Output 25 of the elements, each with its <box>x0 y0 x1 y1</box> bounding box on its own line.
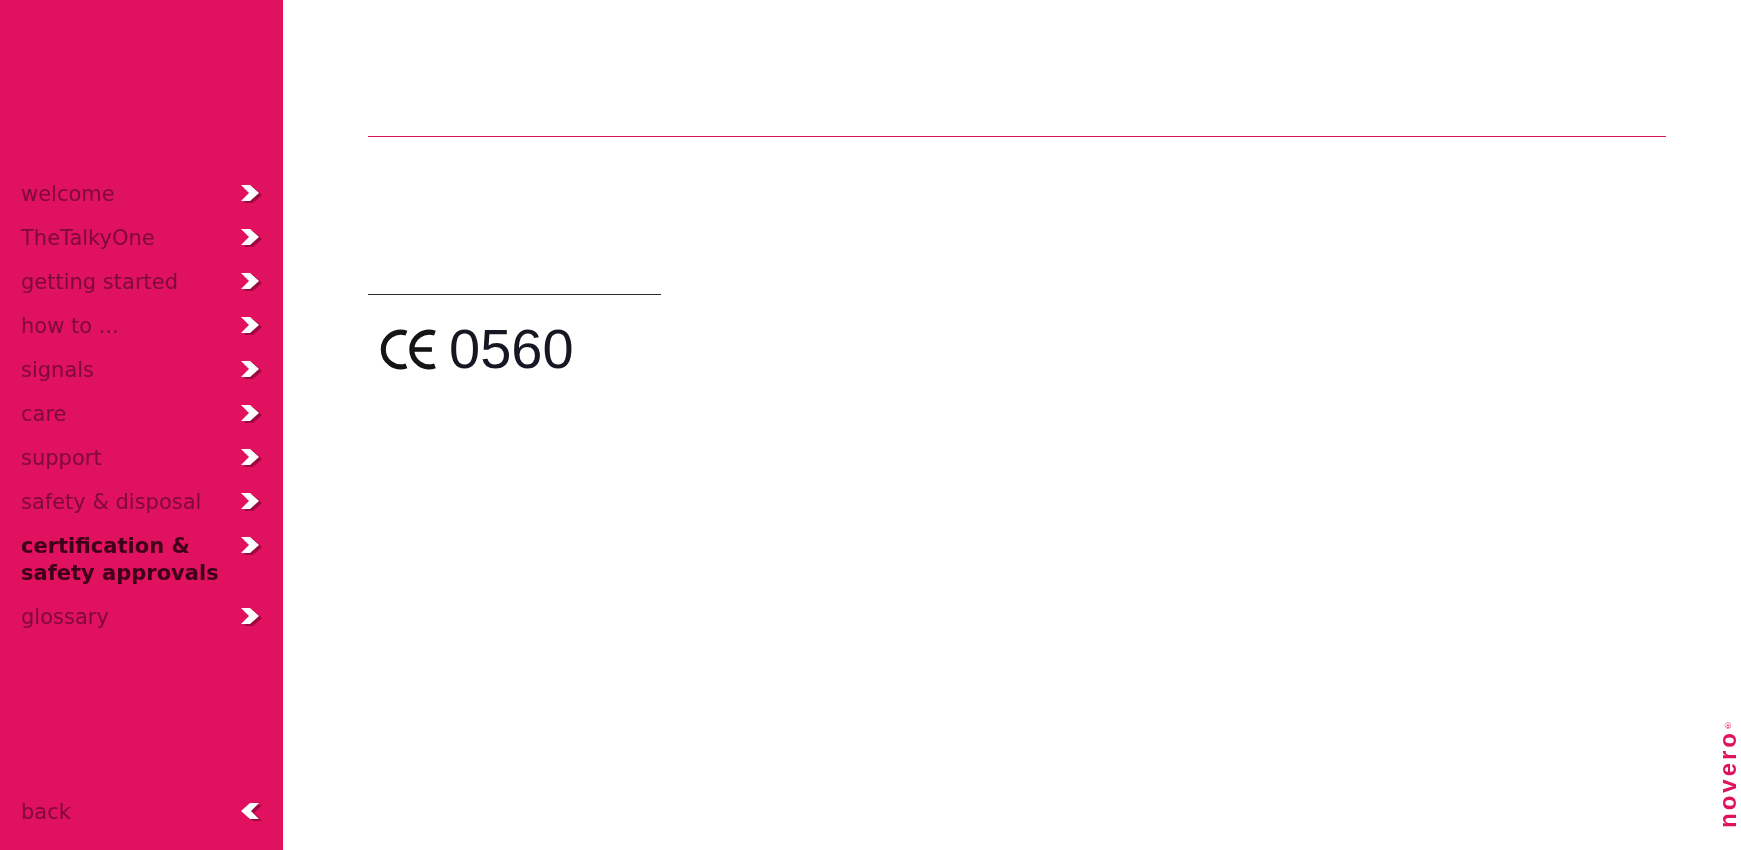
chevron-right-icon <box>241 185 263 204</box>
nav-link[interactable]: care <box>21 401 263 428</box>
chevron-left-icon <box>241 803 263 822</box>
nav-link[interactable]: signals <box>21 357 263 384</box>
chevron-right-icon <box>241 449 263 468</box>
nav-link[interactable]: welcome <box>21 181 263 208</box>
chevron-right-icon <box>241 608 263 627</box>
nav-link[interactable]: safety & disposal <box>21 489 263 516</box>
nav-link[interactable]: getting started <box>21 269 263 296</box>
back-link[interactable]: back <box>21 799 263 826</box>
nav-link[interactable]: TheTalkyOne <box>21 225 263 252</box>
nav-link[interactable]: support <box>21 445 263 472</box>
chevron-right-icon <box>241 493 263 512</box>
certification-number: 0560 <box>449 321 574 377</box>
nav-link[interactable]: glossary <box>21 604 263 631</box>
chevron-right-icon <box>241 405 263 424</box>
nav-link[interactable]: how to ... <box>21 313 263 340</box>
chevron-right-icon <box>241 537 263 556</box>
ce-mark-icon <box>380 328 438 370</box>
chevron-right-icon <box>241 361 263 380</box>
brand-logo: novero® <box>1716 720 1740 828</box>
chevron-right-icon <box>241 229 263 248</box>
chevron-right-icon <box>241 273 263 292</box>
chevron-right-icon <box>241 317 263 336</box>
nav-link[interactable]: certification & safety approvals <box>21 533 263 587</box>
